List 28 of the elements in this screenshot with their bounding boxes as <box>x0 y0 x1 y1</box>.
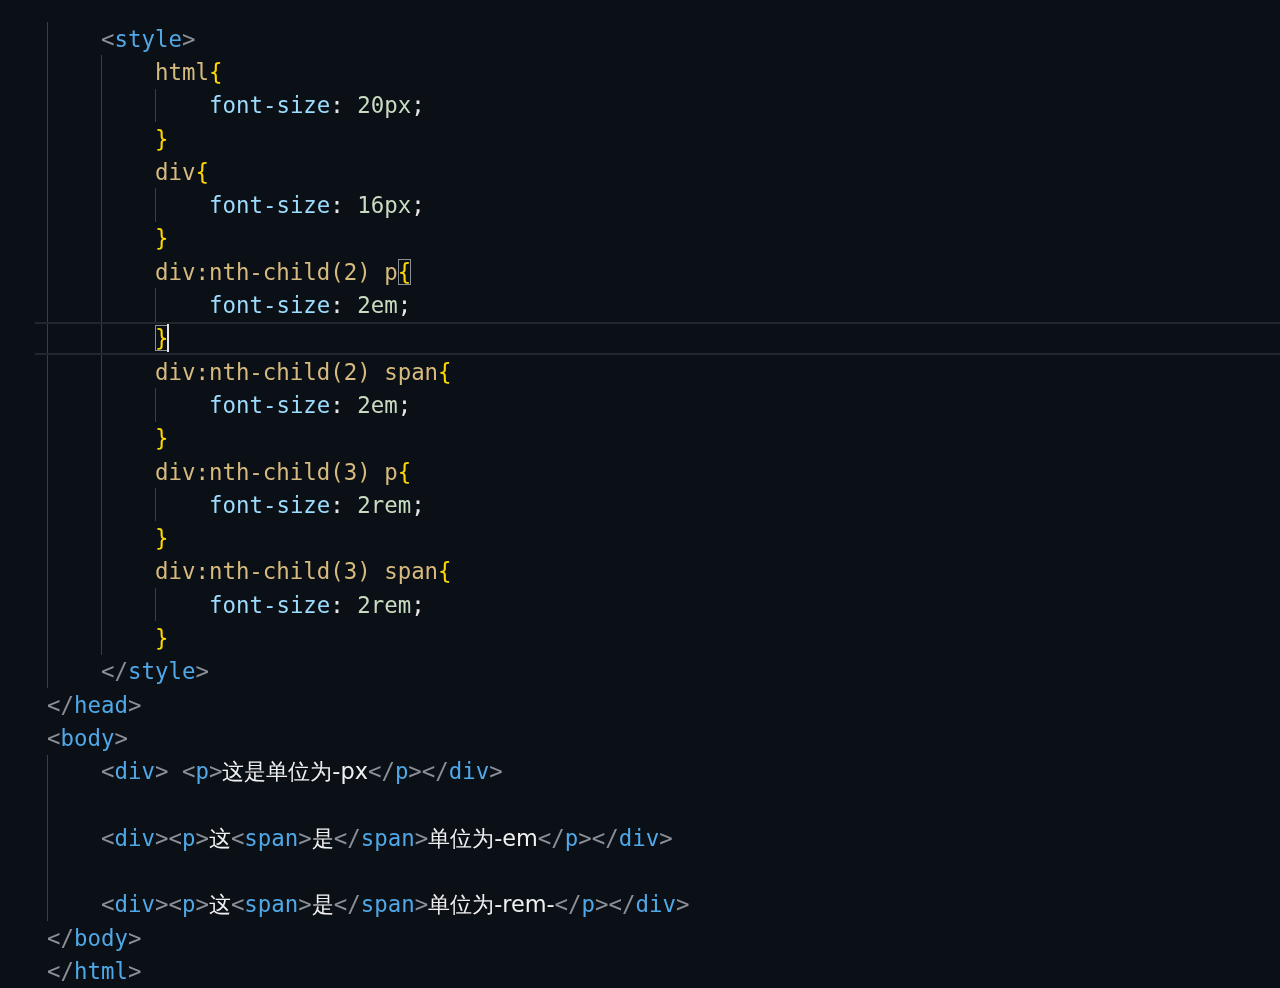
code-line: div{ <box>155 157 209 187</box>
code-line: div:nth-child(3) span{ <box>155 557 452 587</box>
code-line: </html> <box>47 956 142 986</box>
code-line: font-size: 2em; <box>209 291 412 320</box>
code-line: } <box>155 624 169 653</box>
code-line: } <box>155 124 169 154</box>
code-line: </head> <box>47 690 142 720</box>
code-line: html{ <box>155 57 223 87</box>
code-line: font-size: 2rem; <box>209 490 425 520</box>
code-line: font-size: 16px; <box>209 191 425 221</box>
code-line: } <box>155 524 169 554</box>
code-line: <div><p>这<span>是</span>单位为-rem-</p></div> <box>101 890 690 920</box>
code-line: } <box>155 224 169 254</box>
code-line: font-size: 2em; <box>209 390 412 420</box>
code-line: div:nth-child(2) p{ <box>155 257 412 287</box>
code-line: </style> <box>101 657 209 687</box>
code-line: </body> <box>47 923 142 953</box>
code-line: div:nth-child(3) p{ <box>155 457 412 487</box>
text-cursor <box>167 324 170 353</box>
code-line: } <box>155 424 169 454</box>
code-line: font-size: 2rem; <box>209 590 425 620</box>
code-line: } <box>155 324 169 354</box>
code-line: font-size: 20px; <box>209 91 425 121</box>
code-line: <div> <p>这是单位为-px</p></div> <box>101 757 503 787</box>
code-line: <div><p>这<span>是</span>单位为-em</p></div> <box>101 823 673 853</box>
code-line: div:nth-child(2) span{ <box>155 357 452 387</box>
code-line: <style> <box>101 24 196 54</box>
code-line: <body> <box>47 723 128 753</box>
